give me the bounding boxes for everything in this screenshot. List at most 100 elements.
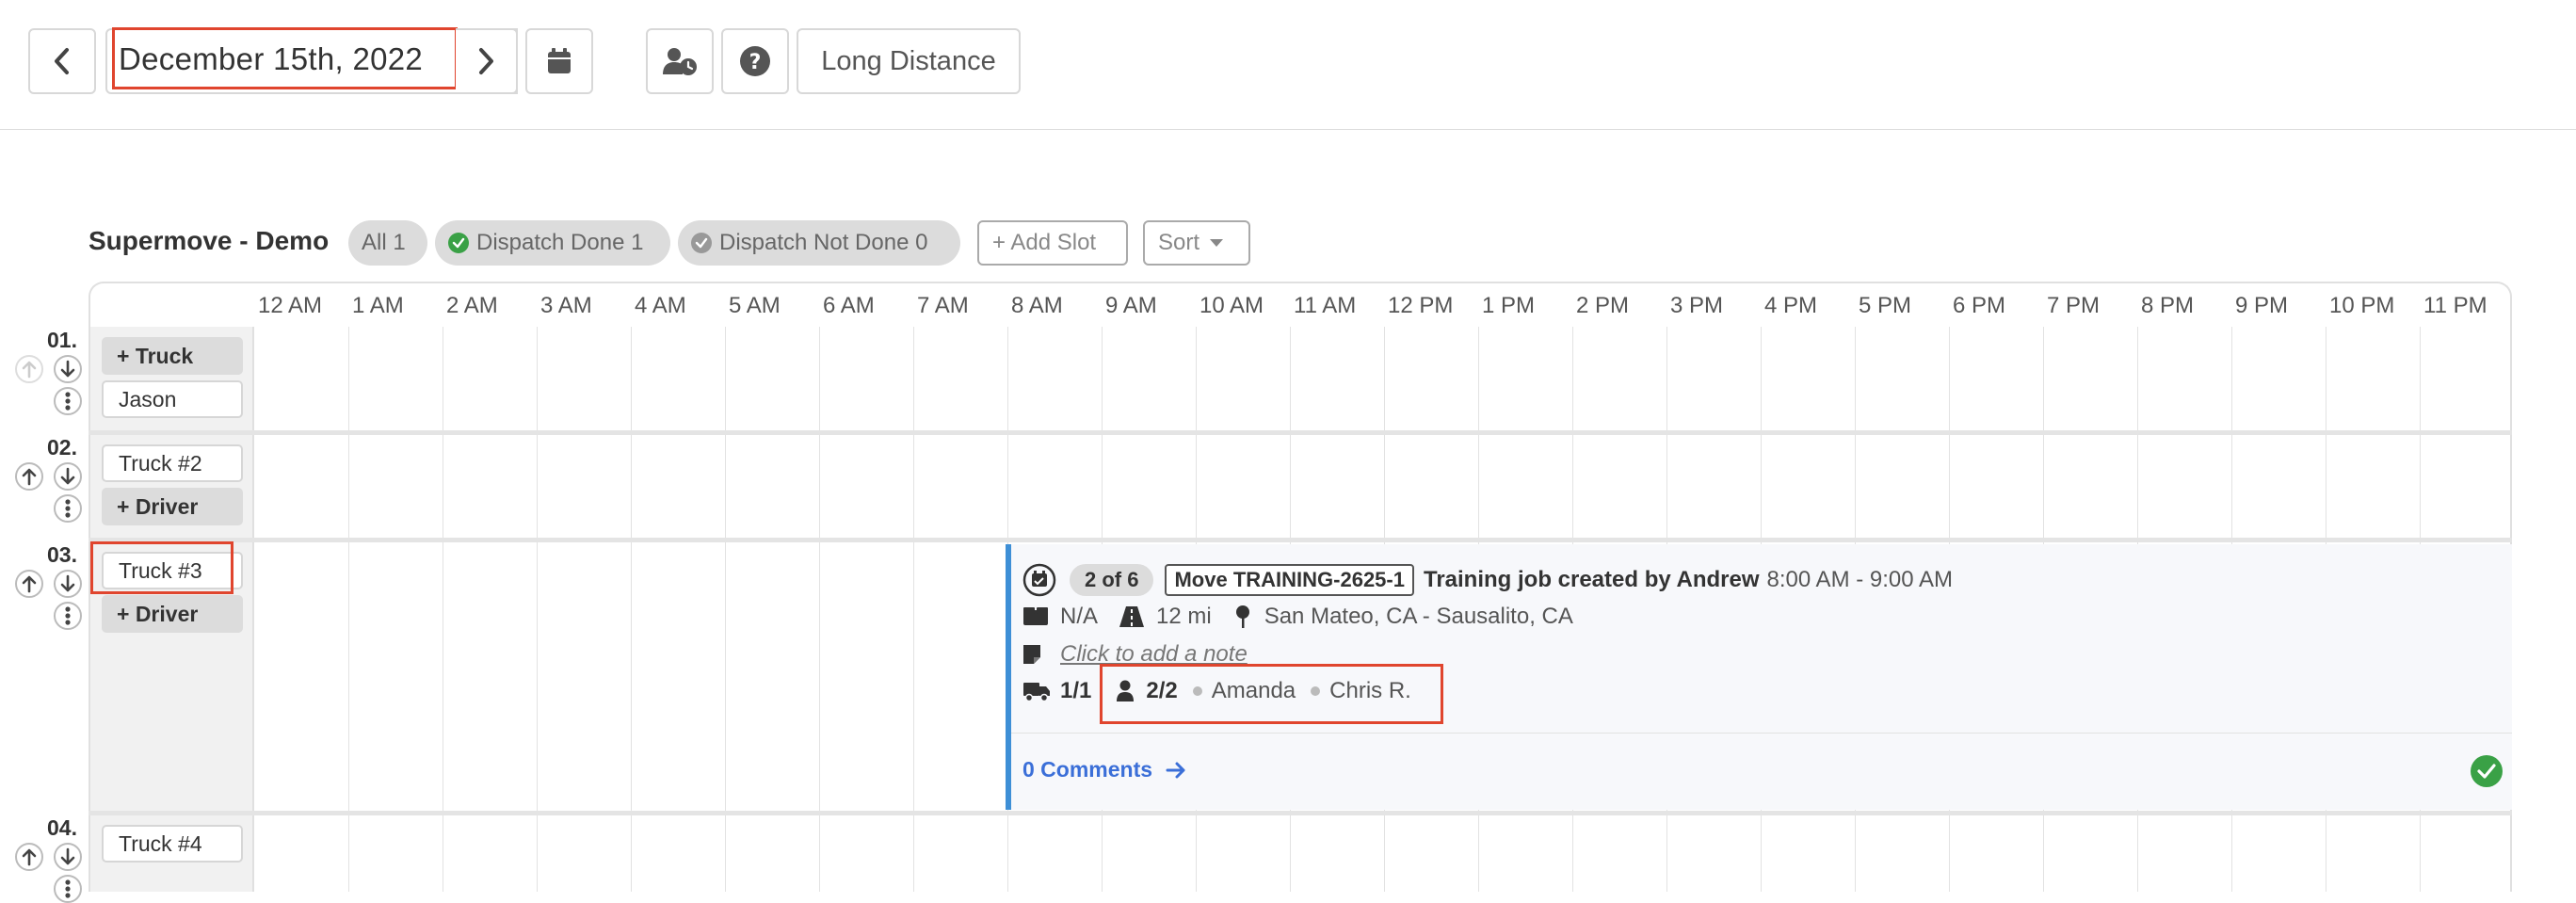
help-button[interactable]: ? [721, 28, 789, 94]
previous-day-button[interactable] [28, 28, 96, 94]
job-route: San Mateo, CA - Sausalito, CA [1264, 604, 1573, 629]
long-distance-button[interactable]: Long Distance [797, 28, 1021, 94]
caret-down-icon [1210, 239, 1224, 247]
hour-label: 9 AM [1105, 293, 1157, 318]
hour-gridline [1949, 815, 1950, 892]
hour-gridline [348, 327, 349, 430]
bullet [1192, 686, 1202, 696]
sort-button[interactable]: Sort [1143, 220, 1250, 266]
job-assignments: 1/1 2/2 Amanda Chris R. [1022, 678, 1411, 704]
row-menu-icon[interactable] [54, 494, 82, 523]
row-menu-icon[interactable] [54, 875, 82, 903]
add-driver-button[interactable]: + Driver [102, 595, 243, 633]
hour-gridline [1949, 435, 1950, 538]
hour-gridline [1478, 815, 1479, 892]
long-distance-label: Long Distance [821, 45, 996, 76]
crew-member-amanda[interactable]: Amanda [1212, 678, 1296, 704]
hour-gridline [725, 435, 726, 538]
chevron-left-icon [55, 48, 69, 74]
filter-dispatch-not-done[interactable]: Dispatch Not Done 0 [678, 220, 960, 266]
move-up-icon[interactable] [15, 355, 43, 383]
hour-gridline [725, 542, 726, 811]
next-day-button[interactable] [456, 28, 518, 94]
hour-label: 11 PM [2423, 293, 2487, 318]
toolbar: December 15th, 2022 ? Long Distance [0, 0, 2576, 130]
truck-chip-3[interactable]: Truck #3 [102, 552, 243, 589]
hour-gridline [1478, 327, 1479, 430]
row-menu-icon[interactable] [54, 602, 82, 630]
hour-gridline [1102, 815, 1103, 892]
crew-count: 2/2 [1146, 678, 1178, 703]
arrow-right-icon [1166, 762, 1185, 778]
job-card[interactable]: 2 of 6 Move TRAINING-2625-1 Training job… [1006, 544, 2512, 810]
move-id-badge[interactable]: Move TRAINING-2625-1 [1165, 564, 1414, 596]
hour-label: 11 AM [1294, 293, 1357, 318]
hour-gridline [537, 327, 538, 430]
hour-gridline [819, 542, 820, 811]
job-time: 8:00 AM - 9:00 AM [1766, 567, 1953, 592]
move-down-icon[interactable] [54, 355, 82, 383]
move-up-icon[interactable] [15, 570, 43, 598]
user-clock-icon [663, 48, 697, 75]
crew-schedule-button[interactable] [646, 28, 714, 94]
sort-label: Sort [1158, 230, 1200, 255]
move-down-icon[interactable] [54, 843, 82, 871]
add-note-link[interactable]: Click to add a note [1060, 641, 1248, 668]
hour-gridline [1196, 815, 1197, 892]
job-note[interactable]: Click to add a note [1022, 641, 1248, 668]
add-truck-button[interactable]: + Truck [102, 337, 243, 375]
calendar-check-icon [1022, 563, 1056, 597]
hour-label: 10 PM [2329, 293, 2395, 318]
truck-chip-4[interactable]: Truck #4 [102, 825, 243, 863]
current-date-label: December 15th, 2022 [119, 41, 424, 76]
add-driver-button[interactable]: + Driver [102, 488, 243, 525]
slot-row-2: Truck #2 + Driver [89, 435, 2512, 538]
hour-gridline [1666, 435, 1667, 538]
hour-gridline [537, 435, 538, 538]
filter-all[interactable]: All 1 [348, 220, 427, 266]
hour-gridline [819, 815, 820, 892]
hour-label: 5 PM [1859, 293, 1912, 318]
job-title: Training job created by Andrew [1423, 567, 1760, 592]
hour-label: 8 AM [1011, 293, 1063, 318]
move-down-icon[interactable] [54, 570, 82, 598]
truck-chip-2[interactable]: Truck #2 [102, 444, 243, 482]
row-number: 03. [47, 542, 77, 567]
hour-gridline [913, 435, 914, 538]
hour-gridline [631, 815, 632, 892]
move-down-icon[interactable] [54, 462, 82, 491]
calendar-button[interactable] [525, 28, 593, 94]
hour-label: 6 PM [1953, 293, 2006, 318]
hour-label: 5 AM [729, 293, 781, 318]
hour-gridline [1290, 815, 1291, 892]
hour-gridline [1761, 327, 1762, 430]
hour-gridline [348, 815, 349, 892]
crew-member-chris[interactable]: Chris R. [1329, 678, 1411, 704]
hour-gridline [819, 435, 820, 538]
hour-label: 10 AM [1199, 293, 1264, 318]
hour-label: 3 PM [1670, 293, 1724, 318]
hour-gridline [348, 542, 349, 811]
row-menu-icon[interactable] [54, 387, 82, 415]
hour-label: 12 AM [258, 293, 323, 318]
hour-gridline [1761, 435, 1762, 538]
hour-gridline [1196, 435, 1197, 538]
hour-gridline [2137, 327, 2138, 430]
move-up-icon[interactable] [15, 462, 43, 491]
hour-gridline [2231, 435, 2232, 538]
add-slot-button[interactable]: + Add Slot [977, 220, 1128, 266]
hour-gridline [2043, 435, 2044, 538]
hour-label: 2 AM [446, 293, 498, 318]
svg-text:?: ? [749, 51, 762, 74]
driver-chip-jason[interactable]: Jason [102, 380, 243, 418]
comments-link[interactable]: 0 Comments [1022, 757, 1186, 782]
hour-gridline [2043, 327, 2044, 430]
hour-gridline [1855, 815, 1856, 892]
row-number: 02. [47, 435, 77, 460]
move-up-icon[interactable] [15, 843, 43, 871]
hour-gridline [1384, 327, 1385, 430]
filter-dispatch-done[interactable]: Dispatch Done 1 [435, 220, 670, 266]
row-number: 01. [47, 328, 77, 352]
truck-count: 1/1 [1060, 678, 1092, 703]
hour-label: 7 PM [2047, 293, 2101, 318]
